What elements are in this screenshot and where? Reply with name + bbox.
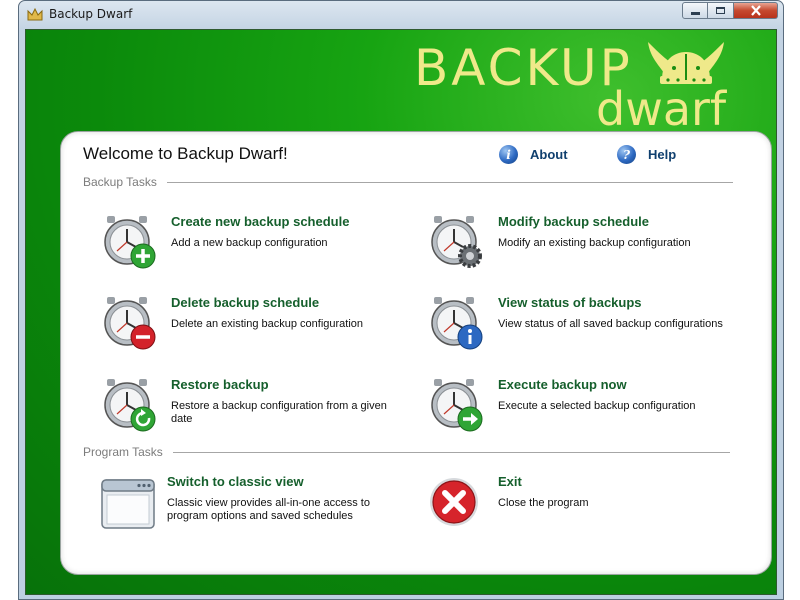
task-description: Restore a backup configuration from a gi… [171, 400, 387, 425]
section-backup-tasks: Backup Tasks [83, 175, 733, 189]
task-description: Close the program [498, 497, 589, 509]
clock-info-icon [431, 297, 483, 350]
task-title: Exit [498, 474, 522, 489]
window-controls [682, 2, 778, 19]
task-description: Execute a selected backup configuration [498, 400, 696, 412]
clock-plus-icon [104, 216, 156, 269]
window-icon [101, 479, 155, 529]
maximize-button[interactable] [708, 2, 734, 19]
maximize-icon [716, 7, 725, 14]
crown-icon [27, 8, 43, 21]
clock-gear-icon [431, 216, 482, 268]
task-title: Delete backup schedule [171, 295, 320, 310]
close-button[interactable] [734, 2, 778, 19]
section-program-tasks: Program Tasks [83, 445, 730, 459]
about-label: About [530, 147, 568, 162]
help-link[interactable]: ? Help [617, 145, 676, 164]
task-title: Modify backup schedule [498, 214, 649, 229]
section-label: Program Tasks [83, 445, 163, 459]
section-divider [166, 181, 733, 183]
minimize-button[interactable] [682, 2, 708, 19]
welcome-heading: Welcome to Backup Dwarf! [83, 144, 288, 163]
clock-refresh-icon [104, 379, 156, 432]
clock-arrow-right-icon [431, 379, 483, 432]
help-label: Help [648, 147, 677, 162]
task-description: Classic view provides all-in-one access … [167, 497, 370, 522]
section-divider [172, 451, 730, 453]
section-label: Backup Tasks [83, 175, 157, 189]
info-icon: i [499, 145, 518, 164]
minimize-icon [690, 12, 700, 15]
task-description: Delete an existing backup configuration [171, 318, 364, 330]
close-icon [750, 5, 761, 16]
title-bar[interactable]: Backup Dwarf [19, 1, 783, 29]
main-panel: Welcome to Backup Dwarf! i About ? Help … [60, 131, 772, 575]
about-link[interactable]: i About [499, 145, 568, 164]
app-window: Backup Dwarf BACKUP dwarf Welcome to Bac… [18, 0, 784, 600]
task-title: Switch to classic view [167, 474, 304, 489]
task-description: View status of all saved backup configur… [498, 318, 723, 330]
exit-icon [430, 478, 478, 526]
help-icon: ? [617, 145, 636, 164]
task-title: Execute backup now [498, 377, 627, 392]
task-title: Restore backup [171, 377, 269, 392]
client-area: BACKUP dwarf Welcome to Backup Dwarf! i … [25, 29, 777, 595]
clock-minus-icon [104, 297, 156, 350]
logo-text-dwarf: dwarf [596, 82, 727, 136]
viking-helmet-icon [648, 42, 724, 84]
task-title: View status of backups [498, 295, 642, 310]
task-title: Create new backup schedule [171, 214, 350, 229]
task-description: Add a new backup configuration [171, 237, 328, 249]
task-description: Modify an existing backup configuration [498, 237, 691, 249]
window-title: Backup Dwarf [49, 7, 133, 21]
